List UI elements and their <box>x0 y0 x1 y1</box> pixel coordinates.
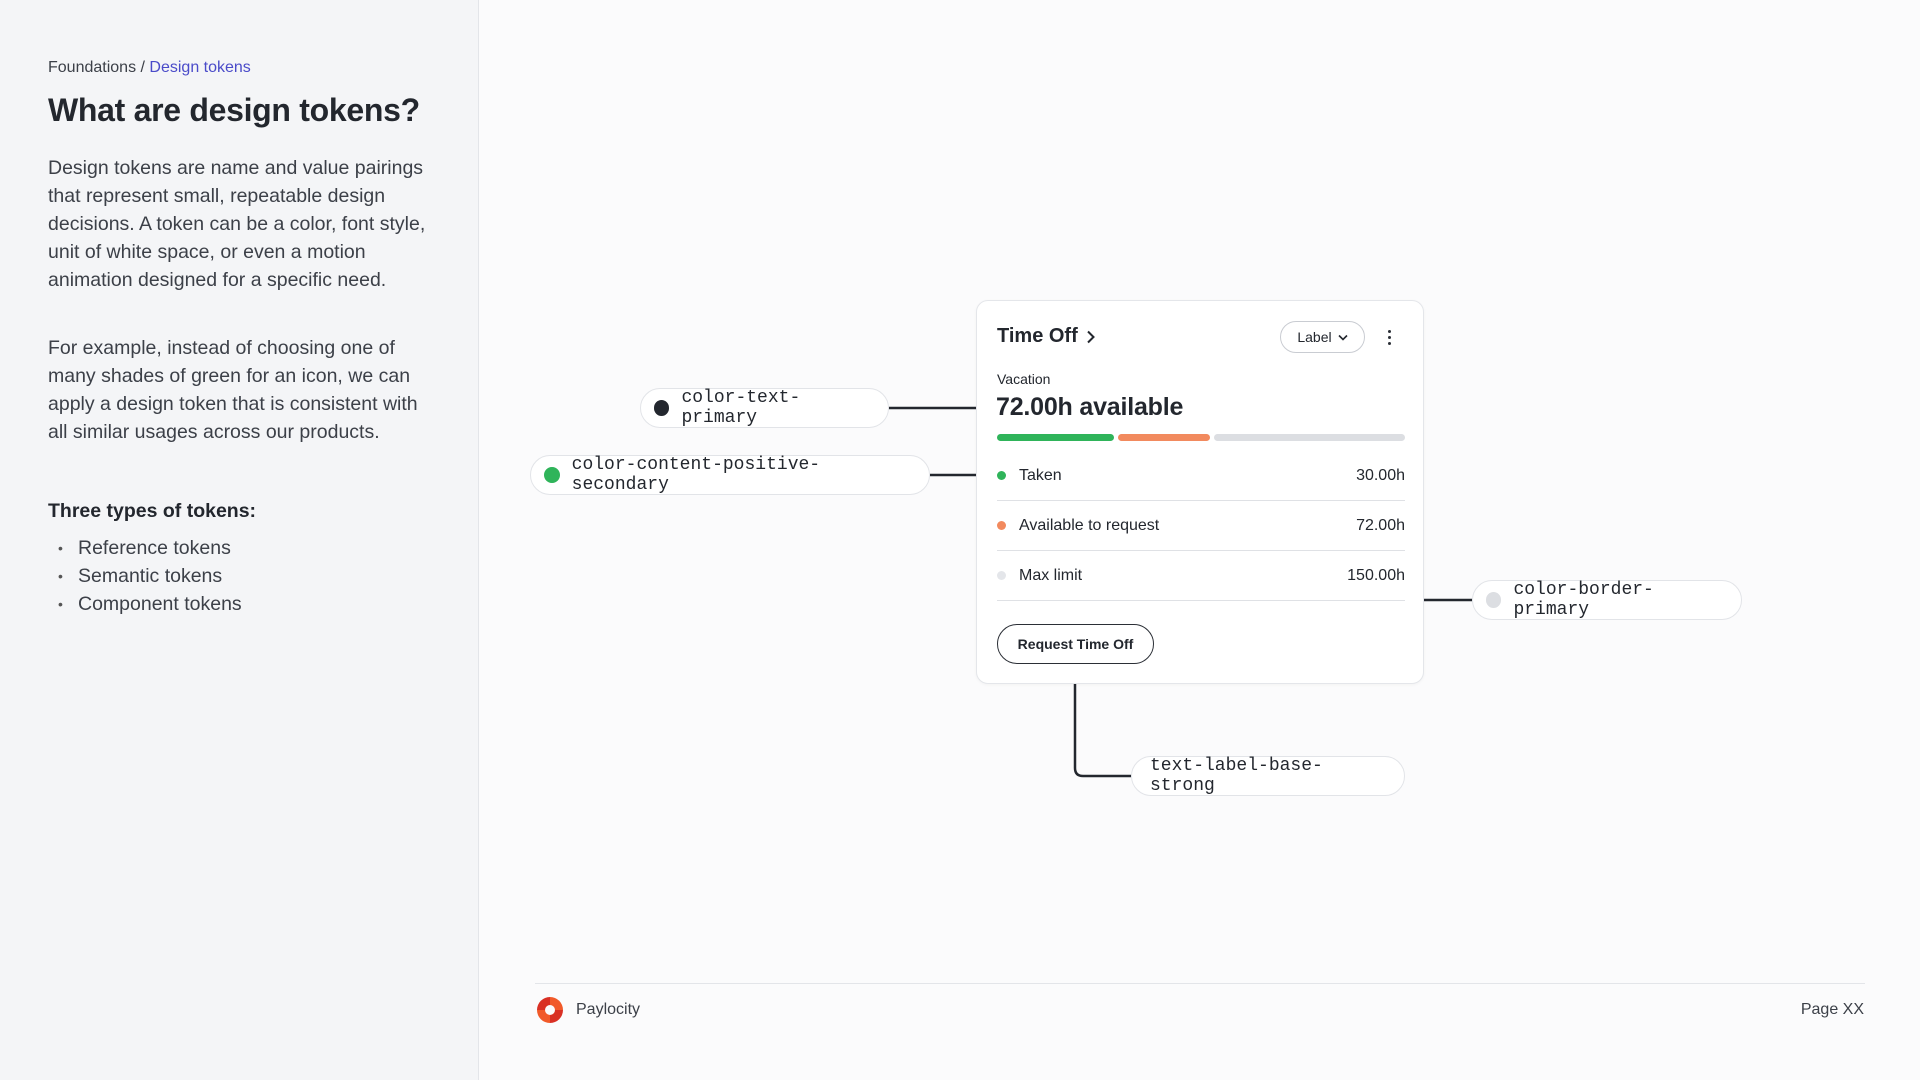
request-time-off-button[interactable]: Request Time Off <box>997 624 1154 664</box>
row-value: 150.00h <box>1347 566 1405 584</box>
progress-taken <box>997 434 1114 441</box>
brand-name: Paylocity <box>576 1001 641 1018</box>
table-row: Max limit 150.00h <box>997 551 1405 601</box>
token-name: text-label-base-strong <box>1150 756 1323 796</box>
card-title: Time Off <box>997 325 1078 347</box>
token-pill-color-content-positive-secondary: color-content-positive-secondary <box>530 455 930 495</box>
token-name: color-border-primary <box>1513 580 1654 620</box>
time-off-card: Time Off Label Vacation 72.00h available… <box>976 300 1424 684</box>
row-value: 72.00h <box>1356 516 1405 534</box>
page-number: Page XX <box>1800 1001 1864 1018</box>
token-pill-color-text-primary: color-text-primary <box>640 388 889 428</box>
token-types-heading: Three types of tokens: <box>48 500 257 522</box>
list-item: Component tokens <box>58 590 242 618</box>
paylocity-logo-icon <box>537 997 563 1023</box>
token-swatch <box>544 467 560 483</box>
token-name: color-content-positive-secondary <box>571 455 821 495</box>
progress-remaining <box>1214 434 1405 441</box>
row-label: Available to request <box>1019 516 1160 534</box>
chevron-down-icon <box>1338 334 1348 341</box>
status-dot <box>997 471 1006 480</box>
status-dot <box>997 521 1006 530</box>
table-row: Taken 30.00h <box>997 451 1405 501</box>
page-title: What are design tokens? <box>48 92 420 128</box>
breadcrumb-separator: / <box>136 59 150 76</box>
progress-requestable <box>1118 434 1210 441</box>
status-dot <box>997 571 1006 580</box>
token-swatch <box>1486 592 1502 608</box>
token-name: color-text-primary <box>681 388 801 428</box>
list-item: Semantic tokens <box>58 562 242 590</box>
token-pill-color-border-primary: color-border-primary <box>1472 580 1742 620</box>
card-title-link[interactable]: Time Off <box>997 325 1096 348</box>
row-label: Taken <box>1019 466 1062 484</box>
more-options-icon[interactable] <box>1381 327 1397 347</box>
row-label: Max limit <box>1019 566 1083 584</box>
token-pill-text-label-base-strong: text-label-base-strong <box>1131 756 1405 796</box>
intro-paragraph-2: For example, instead of choosing one of … <box>48 337 418 443</box>
token-types-list: Reference tokens Semantic tokens Compone… <box>58 534 242 618</box>
footer-divider <box>535 983 1865 984</box>
intro-paragraph-1: Design tokens are name and value pairing… <box>48 157 426 291</box>
category-label: Vacation <box>997 371 1051 387</box>
chevron-right-icon <box>1087 330 1095 343</box>
label-dropdown-value: Label <box>1297 329 1332 345</box>
available-hours: 72.00h available <box>996 393 1184 421</box>
table-row: Available to request 72.00h <box>997 501 1405 551</box>
label-dropdown[interactable]: Label <box>1280 321 1365 353</box>
breadcrumb: Foundations / Design tokens <box>48 59 251 77</box>
breadcrumb-current[interactable]: Design tokens <box>149 59 250 76</box>
row-value: 30.00h <box>1356 466 1405 484</box>
token-swatch <box>654 400 670 416</box>
list-item: Reference tokens <box>58 534 242 562</box>
sidebar-panel: Foundations / Design tokens What are des… <box>0 0 479 1080</box>
breadcrumb-parent[interactable]: Foundations <box>48 59 136 76</box>
